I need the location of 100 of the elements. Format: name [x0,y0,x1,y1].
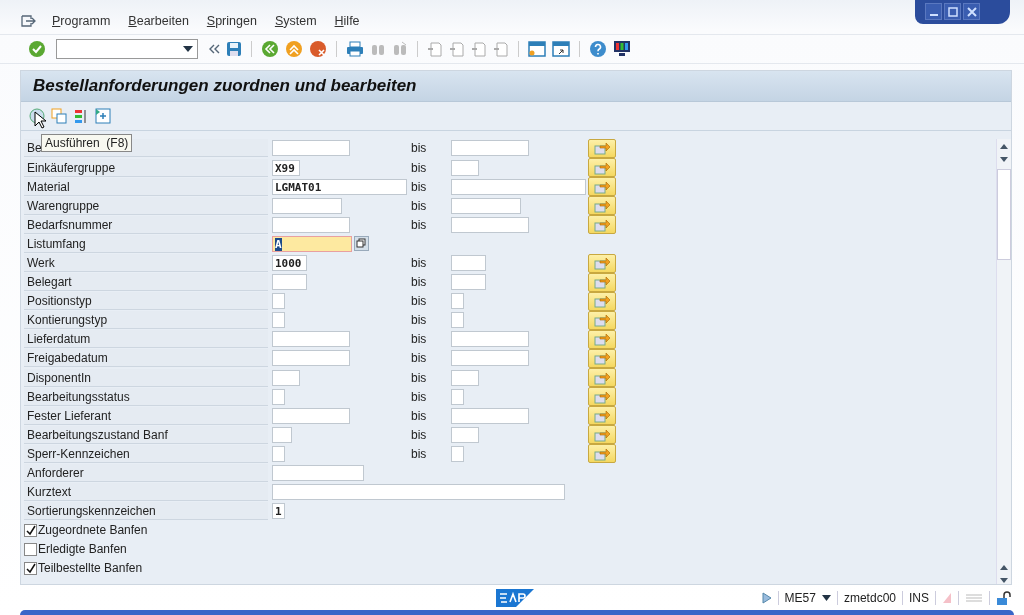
print-icon[interactable] [346,40,364,57]
first-page-icon[interactable] [427,40,443,57]
scroll-down-icon[interactable] [999,154,1009,163]
input-field[interactable] [272,426,292,443]
next-page-icon[interactable] [471,40,487,57]
input-field[interactable]: A [272,235,352,252]
input-field[interactable] [272,331,350,348]
menu-item[interactable]: Springen [206,13,257,28]
multiple-selection-button[interactable] [588,310,616,330]
dropdown-icon[interactable] [821,594,831,601]
multiple-selection-button[interactable] [588,349,616,368]
value-help-icon[interactable] [354,236,369,252]
input-field[interactable] [272,197,342,214]
collapse-icon[interactable] [208,42,220,55]
input-field[interactable] [272,350,350,367]
input-field[interactable] [451,369,479,386]
input-field[interactable] [451,178,586,195]
multiple-selection-button[interactable] [588,406,616,426]
arrow-icon [594,198,610,213]
input-field[interactable] [451,197,521,214]
multiple-selection-button[interactable] [588,272,616,292]
multiple-selection-button[interactable] [588,215,616,235]
last-page-icon[interactable] [493,40,509,57]
multiple-selection-button[interactable] [588,444,616,464]
input-field[interactable] [272,369,300,386]
input-field[interactable] [451,274,486,291]
scroll-up-icon[interactable] [999,564,1009,573]
input-field[interactable] [272,484,565,501]
new-session-icon[interactable] [528,40,546,57]
add-window-icon[interactable] [95,107,111,124]
scroll-up-icon[interactable] [999,142,1009,151]
range-label: bis [411,160,427,175]
cancel-icon[interactable] [309,39,327,58]
input-field[interactable]: 1 [272,503,285,520]
input-field[interactable] [451,216,529,233]
menu-item[interactable]: Hilfe [334,13,360,28]
checkbox[interactable] [24,523,37,537]
minimize-button[interactable] [925,3,942,20]
input-field[interactable] [451,159,479,176]
range-label: bis [411,332,427,347]
settings-icon[interactable] [965,592,983,603]
input-field[interactable] [451,388,464,405]
dropdown-icon[interactable] [183,45,193,52]
menu-item[interactable]: Programm [52,13,111,28]
input-field[interactable] [272,407,350,424]
save-icon[interactable] [226,40,242,57]
input-field[interactable] [451,426,479,443]
copy-icon[interactable] [51,107,67,124]
input-field[interactable] [451,445,464,462]
input-field[interactable] [451,312,464,329]
menu-item[interactable]: Bearbeiten [128,13,189,28]
input-field[interactable] [272,293,285,310]
input-field[interactable]: LGMAT01 [272,178,407,195]
exit-icon[interactable] [285,39,303,58]
lock-icon[interactable] [996,589,1012,606]
input-field[interactable] [451,255,486,271]
confirm-icon[interactable] [28,39,46,58]
multiple-selection-button[interactable] [588,138,616,158]
menu-icon[interactable] [20,13,36,28]
multiple-selection-button[interactable] [588,291,616,311]
input-field[interactable] [272,274,307,291]
multiple-selection-button[interactable] [588,368,616,388]
input-field[interactable] [272,388,285,405]
checkbox[interactable] [24,561,37,575]
columns-icon[interactable] [73,107,89,124]
multiple-selection-button[interactable] [588,425,616,445]
input-field[interactable] [272,216,350,233]
multiple-selection-button[interactable] [588,196,616,216]
multiple-selection-button[interactable] [588,329,616,349]
input-field[interactable] [272,312,285,329]
input-field[interactable]: X99 [272,159,300,176]
multiple-selection-button[interactable] [588,387,616,407]
previous-page-icon[interactable] [449,40,465,57]
multiple-selection-button[interactable] [588,158,616,178]
transaction-code: ME57 [784,590,816,605]
input-field[interactable] [451,350,529,367]
menu-item[interactable]: System [274,13,317,28]
input-field[interactable] [272,140,350,157]
back-icon[interactable] [261,39,279,58]
play-icon[interactable] [761,591,772,604]
range-label: bis [411,351,427,366]
multiple-selection-button[interactable] [588,253,616,273]
scrollbar[interactable] [996,138,1011,585]
scroll-thumb[interactable] [997,168,1011,261]
input-field[interactable] [272,465,364,482]
input-field[interactable]: 1000 [272,255,307,271]
shortcut-icon[interactable] [552,40,570,57]
input-field[interactable] [451,407,529,424]
scroll-down-icon[interactable] [999,576,1009,585]
input-field[interactable] [451,293,464,310]
input-field[interactable] [451,331,529,348]
input-field[interactable] [272,445,285,462]
maximize-button[interactable] [944,3,961,20]
close-button[interactable] [963,3,980,20]
input-field[interactable] [451,140,529,157]
checkbox[interactable] [24,542,37,556]
command-field[interactable] [56,38,198,59]
help-icon[interactable] [589,39,607,58]
monitor-icon[interactable] [613,39,631,58]
multiple-selection-button[interactable] [588,177,616,197]
